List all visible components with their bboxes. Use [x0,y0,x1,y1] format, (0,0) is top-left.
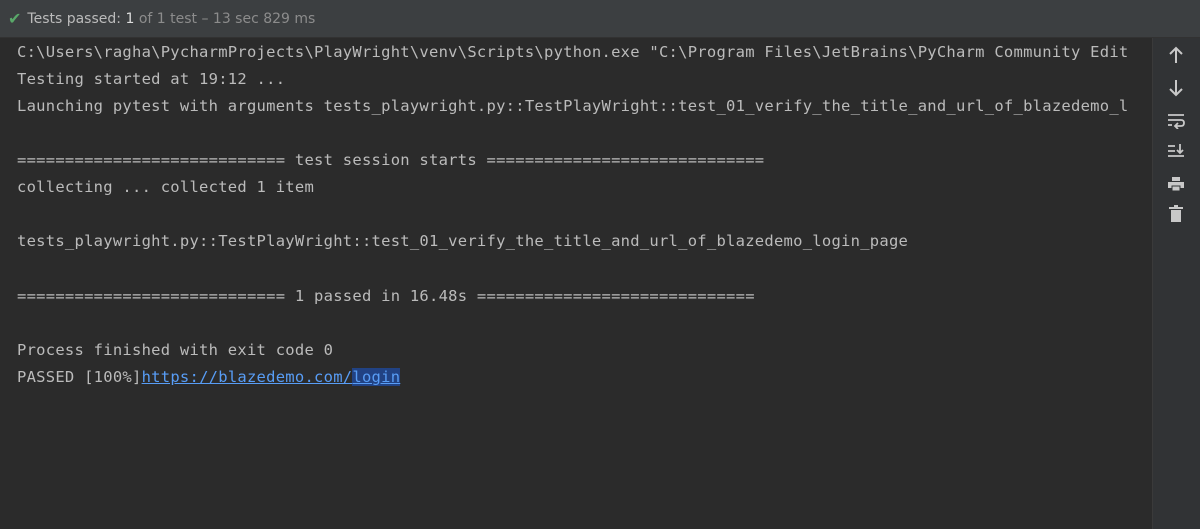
scroll-to-end-icon[interactable] [1163,138,1189,164]
result-link-base[interactable]: https://blazedemo.com/ [142,368,353,386]
check-icon: ✔ [8,9,22,28]
arrow-up-icon[interactable] [1163,42,1189,68]
console-line-test-name: tests_playwright.py::TestPlayWright::tes… [17,232,909,250]
console-line-collecting: collecting ... collected 1 item [17,178,315,196]
console-line-launching: Launching pytest with arguments tests_pl… [17,97,1129,115]
test-duration: 13 sec 829 ms [212,10,316,27]
trash-icon[interactable] [1163,201,1189,227]
console-line-result: PASSED [100%]https://blazedemo.com/login [17,368,401,386]
console-line-summary: ============================ 1 passed in… [17,287,755,305]
result-link-selected[interactable]: login [352,368,401,386]
console-line-session-header: ============================ test sessio… [17,151,765,169]
console-line-testing-started: Testing started at 19:12 ... [17,70,286,88]
total-count: of 1 test [138,10,198,27]
console-output[interactable]: C:\Users\ragha\PycharmProjects\PlayWrigh… [0,38,1152,529]
status-separator: – [201,10,209,27]
status-label: Tests passed: [27,10,121,27]
soft-wrap-icon[interactable] [1163,108,1189,134]
passed-count: 1 [125,10,135,27]
console-line-command: C:\Users\ragha\PycharmProjects\PlayWrigh… [17,43,1129,61]
test-status-bar: ✔ Tests passed: 1 of 1 test – 13 sec 829… [0,0,1200,38]
result-prefix: PASSED [100%] [17,368,142,386]
arrow-down-icon[interactable] [1163,75,1189,101]
result-link[interactable]: https://blazedemo.com/login [142,368,401,386]
print-icon[interactable] [1163,171,1189,197]
console-toolbar [1152,38,1200,529]
console-line-exit-code: Process finished with exit code 0 [17,341,334,359]
